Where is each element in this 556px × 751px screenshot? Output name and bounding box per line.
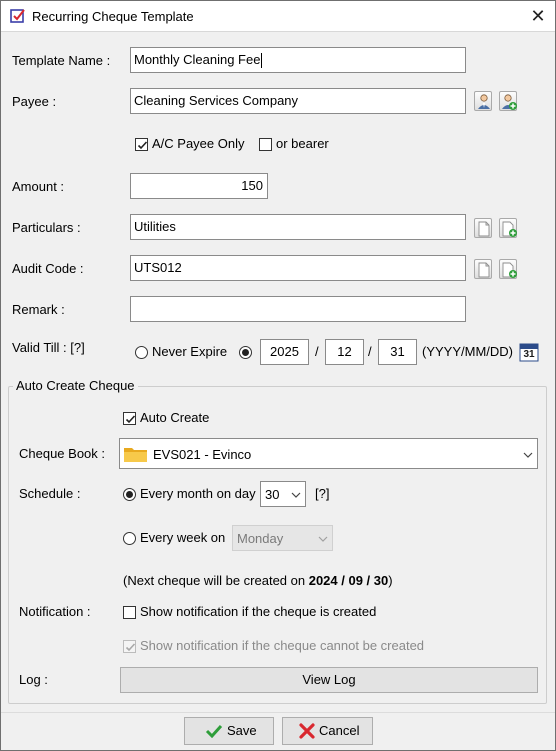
audit-code-value: UTS012 [134,260,182,275]
never-expire-radio[interactable] [135,346,148,359]
add-document-icon [502,221,517,237]
monthly-day-select[interactable]: 30 [260,481,306,507]
auto-create-label: Auto Create [140,410,210,425]
text-caret [261,53,263,69]
template-name-input[interactable]: Monthly Cleaning Fee [130,47,466,73]
monthly-radio[interactable] [123,488,136,501]
template-name-value: Monthly Cleaning Fee [134,52,261,67]
folder-icon [124,448,147,462]
notify-cannot-checkbox[interactable] [123,640,136,653]
view-log-label: View Log [302,672,356,687]
window-title: Recurring Cheque Template [32,9,194,24]
close-icon: ✕ [530,6,546,26]
particulars-input[interactable]: Utilities [130,214,466,240]
calendar-day: 31 [523,349,535,360]
footer-divider [1,712,555,713]
ac-payee-only-checkbox[interactable] [135,138,148,151]
radio-dot [242,349,249,356]
document-icon [478,262,490,278]
chevron-down-icon [291,492,301,498]
valid-till-month: 12 [337,344,352,359]
schedule-help[interactable]: [?] [315,486,329,501]
check-icon [205,724,223,738]
title-bar: Recurring Cheque Template ✕ [1,1,555,32]
cheque-app-icon [10,8,26,24]
notification-label: Notification : [19,604,91,619]
payee-value: Cleaning Services Company [134,93,299,108]
payee-label: Payee : [12,94,57,109]
monthly-label: Every month on day [140,486,256,501]
amount-label: Amount : [12,179,65,194]
cheque-book-value: EVS021 - Evinco [153,447,252,462]
schedule-label: Schedule : [19,486,81,501]
notify-created-checkbox[interactable] [123,606,136,619]
amount-value: 150 [241,178,263,193]
audit-code-label: Audit Code : [12,261,84,276]
checkmark-icon [125,643,136,652]
valid-till-day: 31 [390,344,405,359]
valid-till-year-input[interactable]: 2025 [260,339,309,365]
valid-till-label: Valid Till : [?] [12,340,85,355]
person-icon [478,94,490,109]
add-particulars-button[interactable] [499,218,517,238]
cancel-button[interactable]: Cancel [282,717,373,745]
cancel-label: Cancel [319,723,360,738]
close-button[interactable]: ✕ [521,1,555,32]
add-audit-code-button[interactable] [499,259,517,279]
x-icon [299,723,315,739]
calendar-button[interactable]: 31 [519,342,539,362]
checkmark-icon [137,141,148,150]
next-cheque-note: (Next cheque will be created on 2024 / 0… [123,573,393,588]
amount-input[interactable]: 150 [130,173,268,199]
cheque-book-label: Cheque Book : [19,446,106,461]
notify-cannot-label: Show notification if the cheque cannot b… [140,638,425,653]
select-payee-button[interactable] [474,91,492,111]
particulars-label: Particulars : [12,220,81,235]
particulars-value: Utilities [134,219,176,234]
add-document-icon [502,262,517,278]
next-cheque-prefix: (Next cheque will be created on [123,573,309,588]
or-bearer-label: or bearer [276,136,329,151]
checkmark-icon [125,415,136,424]
view-log-button[interactable]: View Log [120,667,538,693]
template-name-label: Template Name : [12,53,111,68]
weekly-label: Every week on [140,530,226,545]
weekly-day-value: Monday [237,531,284,546]
valid-till-month-input[interactable]: 12 [325,339,364,365]
or-bearer-checkbox[interactable] [259,138,272,151]
save-label: Save [227,723,257,738]
cheque-book-select[interactable]: EVS021 - Evinco [119,438,538,469]
auto-create-group-title: Auto Create Cheque [13,378,138,393]
date-separator: / [315,344,319,359]
notify-created-label: Show notification if the cheque is creat… [140,604,377,619]
next-cheque-suffix: ) [388,573,393,588]
remark-label: Remark : [12,302,65,317]
next-cheque-date: 2024 / 09 / 30 [308,573,389,588]
weekly-day-select[interactable]: Monday [232,525,333,551]
dialog-window: Recurring Cheque Template ✕ Template Nam… [0,0,556,751]
never-expire-label: Never Expire [152,344,228,359]
document-icon [478,221,490,237]
select-audit-code-button[interactable] [474,259,492,279]
weekly-radio[interactable] [123,532,136,545]
ac-payee-only-label: A/C Payee Only [152,136,245,151]
add-person-icon [502,94,517,110]
remark-input[interactable] [130,296,466,322]
payee-input[interactable]: Cleaning Services Company [130,88,466,114]
audit-code-input[interactable]: UTS012 [130,255,466,281]
chevron-down-icon [523,452,533,458]
date-separator: / [368,344,372,359]
log-label: Log : [19,672,48,687]
monthly-day-value: 30 [265,487,280,502]
valid-till-date-radio[interactable] [239,346,252,359]
valid-till-day-input[interactable]: 31 [378,339,417,365]
add-payee-button[interactable] [499,91,517,111]
chevron-down-icon [318,536,328,542]
radio-dot [126,491,133,498]
auto-create-checkbox[interactable] [123,412,136,425]
date-format-hint: (YYYY/MM/DD) [422,344,513,359]
select-particulars-button[interactable] [474,218,492,238]
valid-till-year: 2025 [270,344,299,359]
save-button[interactable]: Save [184,717,274,745]
